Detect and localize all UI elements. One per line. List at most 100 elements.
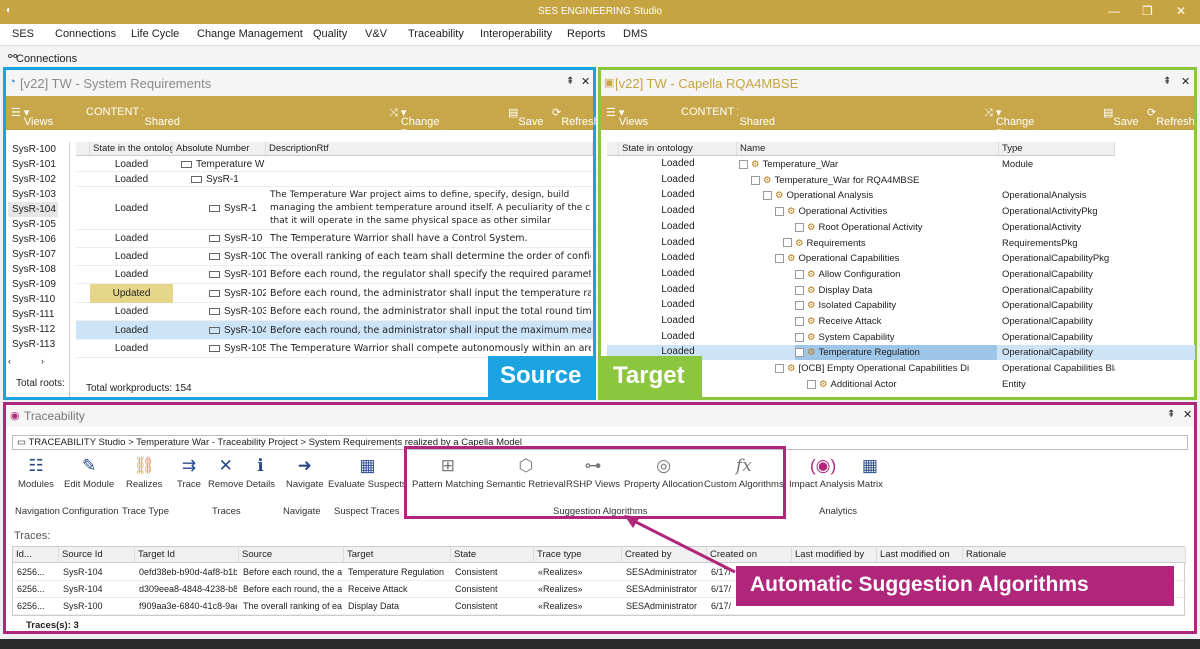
content-button[interactable]: CONTENT [681,106,734,118]
menu-life-cycle[interactable]: Life Cycle [131,28,179,40]
shared-button[interactable]: ⁚ Shared [141,106,180,128]
trace-col-header[interactable]: Source Id [59,547,135,563]
save-button[interactable]: ▤ Save [508,106,543,128]
trace-col-header[interactable]: Last modified on [877,547,963,563]
tree-row[interactable]: Loaded ⚙ Operational Activities Operational… [607,204,1195,219]
refresh-button[interactable]: ⟳ Refresh [552,106,600,128]
roots-list-item[interactable]: SysR-110 [8,292,58,307]
menu-traceability[interactable]: Traceability [408,28,464,40]
roots-list-item[interactable]: SysR-112 [8,322,58,337]
table-row[interactable]: Updated SysR-102 Before each round, the ad… [76,284,593,303]
refresh-button[interactable]: ⟳ Refresh [1147,106,1195,128]
views-button[interactable]: ☰ Views ▾ [606,106,648,128]
roots-list-item[interactable]: SysR-102 [8,172,58,187]
table-row[interactable]: Loaded SysR-104 Before each round, the adm… [76,321,593,340]
table-row[interactable]: Loaded SysR-10 The Temperature Warrior sha… [76,230,593,248]
checkbox[interactable] [775,364,784,374]
navigate-button[interactable]: ➜ Navigate [286,456,324,490]
trace-col-header[interactable]: Id... [13,547,59,563]
checkbox[interactable] [783,238,792,248]
trace-col-header[interactable]: Target Id [135,547,239,563]
chain-button[interactable]: ⛓ Realizes [126,456,162,490]
roots-list-item[interactable]: SysR-111 [8,307,58,322]
pin-icon[interactable]: ⇞ [1163,76,1171,87]
menu-change-management[interactable]: Change Management [197,28,303,40]
menu-reports[interactable]: Reports [567,28,606,40]
trace-col-header[interactable]: Last modified by [792,547,877,563]
shared-button[interactable]: ⁚ Shared [736,106,775,128]
tree-row[interactable]: Loaded ⚙ Operational Capabilities Operation… [607,251,1195,266]
remove-button[interactable]: ✕ Remove [208,456,243,490]
trace-col-header[interactable]: Rationale [963,547,1186,563]
roots-list-item[interactable]: SysR-101 [8,157,58,172]
roots-list-item[interactable]: SysR-104 [8,202,58,217]
trace-button[interactable]: ⇉ Trace [177,456,201,490]
scroll-left-right[interactable]: ‹ › [8,356,70,368]
table-row[interactable]: Loaded SysR-101 Before each round, the reg… [76,266,593,284]
roots-list-item[interactable]: SysR-105 [8,217,58,232]
trace-col-header[interactable]: Source [239,547,344,563]
close-panel-icon[interactable]: ✕ [1181,75,1190,88]
impact-button[interactable]: (◉) Impact Analysis [789,456,855,490]
roots-list-item[interactable]: SysR-109 [8,277,58,292]
checkbox[interactable] [795,222,804,232]
suspects-button[interactable]: ▦ Evaluate Suspects [328,456,407,490]
close-panel-icon[interactable]: ✕ [1183,408,1192,421]
col-name[interactable]: Name [737,142,999,156]
col-type[interactable]: Type [999,142,1115,156]
roots-list-item[interactable]: SysR-113 [8,337,58,352]
table-row[interactable]: Loaded SysR-1 The Temperature War project … [76,188,593,230]
pin-icon[interactable]: ⇞ [1167,409,1175,420]
checkbox[interactable] [807,379,816,389]
col-description[interactable]: DescriptionRtf [266,142,593,156]
menu-vv[interactable]: V&V [365,28,387,40]
change-request-button[interactable]: ⤨ Change Request ▾ [389,106,442,140]
checkbox[interactable] [751,175,760,185]
tree-row[interactable]: Loaded ⚙ Allow Configuration OperationalCap… [607,267,1195,282]
roots-list-item[interactable]: SysR-103 [8,187,58,202]
menu-quality[interactable]: Quality [313,28,347,40]
save-button[interactable]: ▤ Save [1103,106,1138,128]
tree-row[interactable]: Loaded ⚙ Temperature_War for RQA4MBSE [607,173,1195,188]
trace-col-header[interactable]: Target [344,547,451,563]
tree-row[interactable]: Loaded ⚙ Requirements RequirementsPkg [607,236,1195,251]
checkbox[interactable] [775,254,784,264]
table-row[interactable]: Loaded SysR-100 The overall ranking of eac… [76,248,593,266]
menu-interoperability[interactable]: Interoperability [480,28,552,40]
checkbox[interactable] [795,332,804,342]
matrix-button[interactable]: ▦ Matrix [857,456,883,490]
col-absolute-number[interactable]: Absolute Number [173,142,266,156]
col-state[interactable]: State in ontology [619,142,737,156]
checkbox[interactable] [795,316,804,326]
roots-list-item[interactable]: SysR-108 [8,262,58,277]
connections-label[interactable]: ⚯ Connections [8,50,77,65]
menu-dms[interactable]: DMS [623,28,647,40]
checkbox[interactable] [795,348,804,358]
tree-row[interactable]: Loaded ⚙ Isolated Capability OperationalCap… [607,298,1195,313]
checkbox[interactable] [795,301,804,311]
trace-col-header[interactable]: State [451,547,534,563]
close-panel-icon[interactable]: ✕ [581,75,590,88]
pin-icon[interactable]: ⇞ [566,76,574,87]
content-button[interactable]: CONTENT [86,106,139,118]
tree-row[interactable]: Loaded ⚙ Display Data OperationalCapability [607,283,1195,298]
checkbox[interactable] [763,191,772,201]
menu-ses[interactable]: SES [12,28,34,40]
tree-row[interactable]: Loaded ⚙ Receive Attack OperationalCapabili… [607,314,1195,329]
tree-row[interactable]: Loaded ⚙ Temperature_War Module [607,157,1195,172]
tree-row[interactable]: Loaded ⚙ Operational Analysis OperationalAn… [607,188,1195,203]
checkbox[interactable] [775,207,784,217]
checkbox[interactable] [795,285,804,295]
close-icon[interactable]: ✕ [1176,4,1186,18]
table-row[interactable]: Loaded Temperature W [76,157,593,172]
modules-button[interactable]: ☷ Modules [18,456,54,490]
details-button[interactable]: ℹ Details [246,456,275,490]
checkbox[interactable] [739,159,748,169]
tree-row[interactable]: Loaded ⚙ System Capability OperationalCapab… [607,330,1195,345]
roots-list-item[interactable]: SysR-106 [8,232,58,247]
minimize-icon[interactable]: — [1108,4,1120,18]
edit-module-button[interactable]: ✎ Edit Module [64,456,114,490]
table-row[interactable]: Loaded SysR-103 Before each round, the adm… [76,303,593,321]
tree-row[interactable]: Loaded ⚙ Root Operational Activity Operatio… [607,220,1195,235]
roots-list-item[interactable]: SysR-100 [8,142,58,157]
